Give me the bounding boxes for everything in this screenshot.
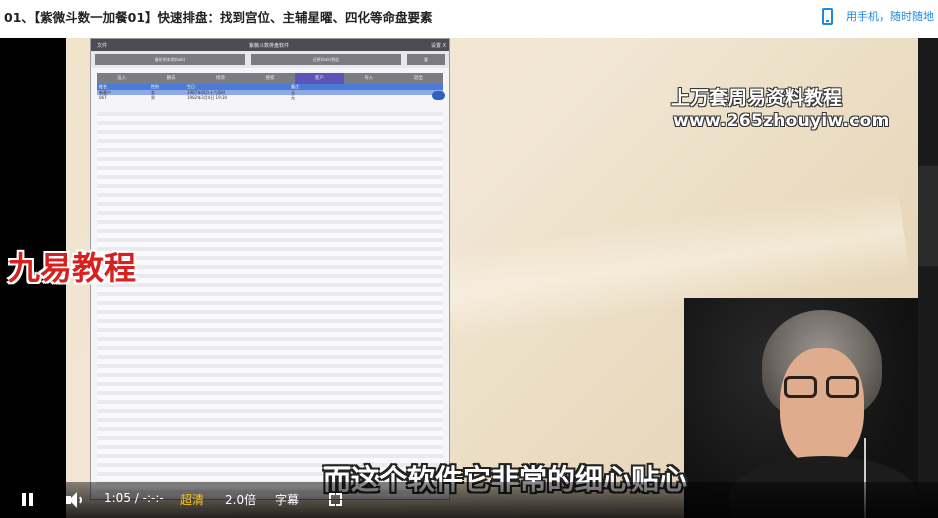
restore-button: 还原(bak)到此 bbox=[251, 54, 401, 65]
software-button-bar: 备份到本地(bak) 还原(bak)到此 重 bbox=[91, 51, 449, 68]
cursor-highlight bbox=[432, 91, 445, 100]
time-display: 1:05 / -:-:- bbox=[104, 491, 164, 505]
software-tab: 导入 bbox=[364, 76, 374, 81]
video-title: 01、【紫微斗数一加餐01】快速排盘：找到宫位、主辅星曜、四化等命盘要素 bbox=[4, 10, 433, 25]
cell: 1982年3月4日 19:30 bbox=[187, 95, 228, 101]
top-bar: 01、【紫微斗数一加餐01】快速排盘：找到宫位、主辅星曜、四化等命盘要素 用手机… bbox=[0, 0, 938, 32]
quality-button[interactable]: 超清 bbox=[180, 491, 204, 508]
glasses-icon bbox=[784, 376, 817, 398]
software-tab: 修改 bbox=[216, 76, 226, 81]
software-tab-active: 客户 bbox=[294, 73, 345, 84]
channel-logo: 九易教程 bbox=[8, 249, 137, 287]
software-tab: 退出 bbox=[413, 76, 423, 81]
software-titlebar: 文件 紫薇斗数排盘软件 设置 X bbox=[91, 39, 449, 51]
software-tab: 删去 bbox=[166, 76, 176, 81]
software-tabs: 设入 删去 修改 搜索 客户 导入 退出 bbox=[97, 73, 443, 84]
player-edge bbox=[918, 38, 938, 518]
fullscreen-icon[interactable] bbox=[329, 493, 342, 506]
speed-button[interactable]: 2.0倍 bbox=[225, 491, 256, 508]
client-table: 姓名 性别 生日 备注 新客户 女 1987年四月十六酉时 无 067 男 19… bbox=[97, 84, 443, 101]
watermark-line1: 上万套周易资料教程 bbox=[671, 87, 843, 109]
backup-button: 备份到本地(bak) bbox=[95, 54, 245, 65]
pause-icon[interactable] bbox=[22, 493, 34, 506]
watermark-url: www.265zhouyiw.com bbox=[673, 111, 890, 131]
software-tab: 设入 bbox=[117, 76, 127, 81]
captions-button[interactable]: 字幕 bbox=[275, 491, 299, 508]
software-window-title: 紫薇斗数排盘软件 bbox=[249, 43, 290, 49]
software-window: 文件 紫薇斗数排盘软件 设置 X 备份到本地(bak) 还原(bak)到此 重 … bbox=[90, 38, 450, 500]
glasses-icon bbox=[826, 376, 859, 398]
cell: 067 bbox=[99, 95, 107, 101]
mobile-watch-link[interactable]: 用手机，随时随地 bbox=[822, 5, 934, 27]
volume-icon[interactable] bbox=[66, 492, 84, 508]
software-menu-file: 文件 bbox=[97, 43, 108, 49]
video-player[interactable]: 文件 紫薇斗数排盘软件 设置 X 备份到本地(bak) 还原(bak)到此 重 … bbox=[0, 38, 938, 518]
software-window-settings: 设置 X bbox=[431, 43, 447, 49]
software-tab: 搜索 bbox=[265, 76, 275, 81]
reset-button: 重 bbox=[407, 54, 445, 65]
cell: 无 bbox=[291, 95, 295, 101]
presenter-face bbox=[780, 348, 864, 466]
player-controls: 1:05 / -:-:- 超清 2.0倍 字幕 bbox=[0, 482, 938, 518]
cell: 男 bbox=[151, 95, 155, 101]
phone-icon bbox=[822, 7, 833, 25]
empty-table-rows bbox=[97, 112, 443, 497]
mobile-link-label: 用手机，随时随地 bbox=[846, 10, 934, 23]
table-row: 067 男 1982年3月4日 19:30 无 bbox=[97, 95, 443, 101]
